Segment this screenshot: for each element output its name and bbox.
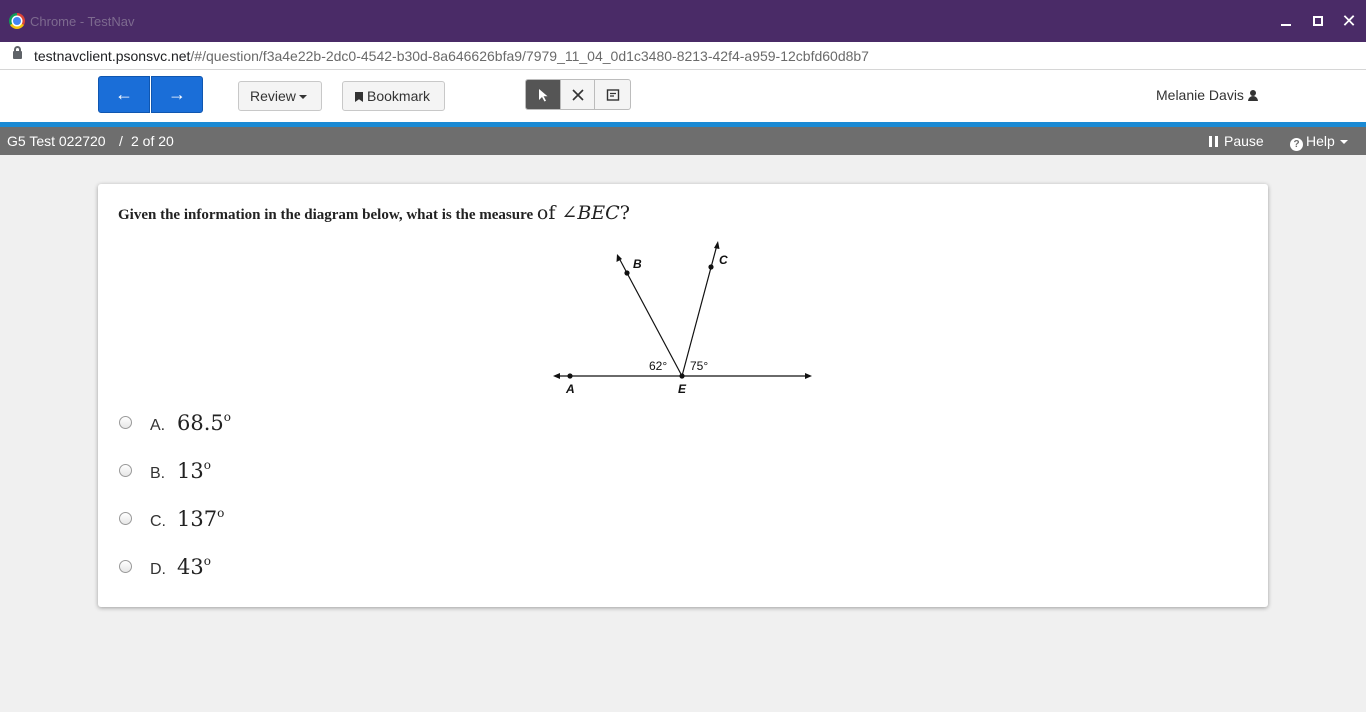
angle-diagram: A E B C 62° 75° — [553, 241, 812, 396]
test-toolbar: ← → Review Bookmark Melanie Davis — [0, 70, 1366, 122]
notepad-button[interactable] — [595, 80, 630, 109]
bookmark-label: Bookmark — [367, 88, 431, 104]
user-name: Melanie Davis — [1156, 87, 1244, 103]
window-titlebar: Chrome - TestNav ✕ — [0, 0, 1366, 42]
minimize-window-button[interactable] — [1277, 12, 1295, 30]
math-question-mark: ? — [619, 202, 630, 224]
maximize-window-button[interactable] — [1309, 12, 1327, 30]
bookmark-icon — [355, 92, 363, 102]
angle-ced-label: 75° — [690, 359, 708, 373]
pause-icon — [1209, 136, 1218, 147]
radio-button[interactable] — [119, 464, 132, 477]
help-button[interactable]: ? Help — [1290, 133, 1348, 151]
radio-button[interactable] — [119, 560, 132, 573]
arrowhead-c — [714, 241, 720, 249]
point-c — [708, 264, 714, 270]
option-value: 68.5o — [177, 410, 231, 435]
label-a: A — [565, 382, 575, 396]
pointer-icon — [538, 88, 548, 101]
review-label: Review — [250, 88, 296, 104]
arrow-left-icon: ← — [115, 84, 133, 104]
point-e — [679, 373, 685, 379]
pause-label: Pause — [1224, 133, 1264, 149]
option-value: 43o — [177, 554, 211, 579]
answer-option-a[interactable]: A. 68.5o — [118, 410, 518, 441]
answer-option-d[interactable]: D. 43o — [118, 554, 518, 585]
back-button[interactable]: ← — [98, 76, 150, 113]
option-letter: D. — [150, 561, 166, 578]
radio-button[interactable] — [119, 512, 132, 525]
pause-button[interactable]: Pause — [1209, 133, 1264, 149]
math-angle-name: BEC — [577, 202, 620, 224]
caret-down-icon — [298, 95, 307, 100]
question-progress: 2 of 20 — [131, 133, 174, 149]
option-letter: B. — [150, 465, 166, 482]
next-button[interactable]: → — [151, 76, 203, 113]
url-path: /#/question/f3a4e22b-2dc0-4542-b30d-8a64… — [190, 48, 869, 64]
option-value: 13o — [177, 458, 211, 483]
close-window-button[interactable]: ✕ — [1340, 12, 1358, 30]
tool-group — [525, 79, 631, 110]
help-label: Help — [1306, 133, 1335, 149]
answer-option-b[interactable]: B. 13o — [118, 458, 518, 489]
question-circle-icon: ? — [1290, 138, 1303, 151]
option-letter: A. — [150, 417, 166, 434]
bookmark-button[interactable]: Bookmark — [342, 81, 445, 111]
eliminator-icon — [571, 88, 584, 101]
address-bar[interactable]: testnavclient.psonsvc.net/#/question/f3a… — [0, 42, 1366, 70]
question-card: Given the information in the diagram bel… — [98, 184, 1268, 607]
math-of-angle: of ∠ — [536, 202, 578, 224]
window-title: Chrome - TestNav — [30, 14, 135, 29]
answer-option-c[interactable]: C. 137o — [118, 506, 518, 537]
notepad-icon — [606, 88, 619, 101]
answer-eliminator-button[interactable] — [561, 80, 596, 109]
question-math: of ∠BEC? — [537, 202, 630, 224]
test-status-bar: G5 Test 022720 / 2 of 20 Pause ? Help — [0, 127, 1366, 155]
chrome-logo-icon — [9, 13, 25, 29]
arrowhead-left — [553, 373, 560, 379]
pointer-tool-button[interactable] — [526, 80, 561, 109]
option-letter: C. — [150, 513, 166, 530]
question-text: Given the information in the diagram bel… — [118, 207, 534, 223]
question-stem: Given the information in the diagram bel… — [118, 202, 630, 224]
radio-button[interactable] — [119, 416, 132, 429]
lock-icon — [13, 46, 22, 59]
label-b: B — [633, 257, 642, 271]
arrowhead-right — [805, 373, 812, 379]
label-c: C — [719, 253, 728, 267]
arrow-right-icon: → — [168, 84, 186, 104]
test-title: G5 Test 022720 — [7, 133, 106, 149]
angle-aeb-label: 62° — [649, 359, 667, 373]
url-text[interactable]: testnavclient.psonsvc.net/#/question/f3a… — [34, 48, 869, 64]
option-value: 137o — [177, 506, 225, 531]
point-a — [567, 373, 573, 379]
label-e: E — [678, 382, 687, 396]
status-separator: / — [119, 133, 123, 149]
user-icon — [1247, 90, 1258, 101]
review-button[interactable]: Review — [238, 81, 322, 111]
point-b — [624, 270, 630, 276]
user-menu[interactable]: Melanie Davis — [1156, 87, 1258, 103]
url-host: testnavclient.psonsvc.net — [34, 48, 191, 64]
caret-down-icon — [1339, 140, 1348, 145]
